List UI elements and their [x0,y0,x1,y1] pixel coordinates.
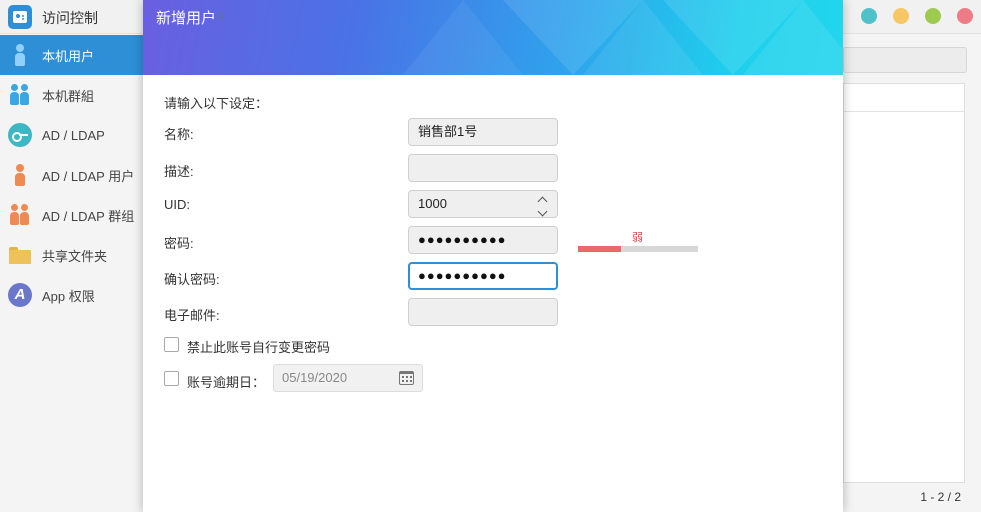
access-control-icon [8,5,32,29]
description-input[interactable] [408,154,558,182]
account-expiry-label: 账号逾期日： [187,375,266,390]
sidebar-item-local-groups[interactable]: 本机群組 [0,75,144,115]
window-controls [861,8,973,24]
confirm-password-input[interactable]: ●●●●●●●●●● [408,262,558,290]
main-content: 1 - 2 / 2 [843,35,981,512]
user-list-panel [843,83,965,483]
group-icon [8,203,32,227]
account-expiry-checkbox[interactable] [164,371,179,386]
pager: 1 - 2 / 2 [920,490,961,504]
search-input[interactable] [843,47,967,73]
close-dot[interactable] [957,8,973,24]
dialog-header: 新增用户 [143,0,843,75]
minimize-dot[interactable] [893,8,909,24]
sidebar-item-ad-ldap[interactable]: AD / LDAP [0,115,144,155]
uid-label: UID: [164,197,190,212]
name-label: 名称: [164,127,194,142]
sidebar-item-label: AD / LDAP 用户 [42,168,135,184]
email-input[interactable] [408,298,558,326]
sidebar-item-label: 共享文件夹 [42,248,108,264]
maximize-dot[interactable] [925,8,941,24]
sidebar-item-label: AD / LDAP 群组 [42,208,135,224]
sidebar-item-label: AD / LDAP [42,127,105,143]
password-strength-label: 弱 [632,232,643,244]
table-header [844,84,964,112]
key-icon [8,123,32,147]
password-input[interactable]: ●●●●●●●●●● [408,226,558,254]
description-label: 描述: [164,164,194,179]
sidebar-item-local-users[interactable]: 本机用户 [0,35,144,75]
user-icon [8,43,32,67]
sidebar-item-ad-ldap-groups[interactable]: AD / LDAP 群组 [0,195,144,235]
sidebar-item-shared-folders[interactable]: 共享文件夹 [0,235,144,275]
sidebar-item-label: 本机用户 [42,48,95,64]
app-permission-icon: A [8,283,32,307]
name-input[interactable]: 销售部1号 [408,118,558,146]
sidebar-item-label: App 权限 [42,288,95,304]
email-label: 电子邮件: [164,308,220,323]
chevron-down-icon[interactable] [537,206,548,217]
folder-icon [8,243,32,267]
password-label: 密码: [164,236,194,251]
calendar-icon[interactable] [399,371,414,385]
sidebar-item-ad-ldap-users[interactable]: AD / LDAP 用户 [0,155,144,195]
expiry-date-value: 05/19/2020 [282,370,348,385]
password-strength-bar [578,246,698,252]
expiry-date-input[interactable]: 05/19/2020 [273,364,423,392]
confirm-password-label: 确认密码: [164,272,220,287]
dialog-title: 新增用户 [156,10,217,27]
info-dot[interactable] [861,8,877,24]
user-icon [8,163,32,187]
uid-value: 1000 [418,196,447,211]
add-user-dialog: 新增用户 请输入以下设定： 名称: 销售部1号 描述: UID: 1000 密码… [143,0,843,512]
password-strength-fill [578,246,622,252]
disallow-password-change-checkbox[interactable] [164,337,179,352]
sidebar: 本机用户 本机群組 AD / LDAP AD / LDAP 用户 AD / LD… [0,35,145,512]
disallow-password-change-label: 禁止此账号自行变更密码 [187,340,331,355]
sidebar-item-app-permissions[interactable]: A App 权限 [0,275,144,315]
uid-stepper[interactable]: 1000 [408,190,558,218]
sidebar-item-label: 本机群組 [42,88,95,104]
chevron-up-icon[interactable] [537,196,548,207]
group-icon [8,83,32,107]
stepper-arrows[interactable] [537,193,549,217]
form-instruction: 请输入以下设定： [164,96,269,111]
app-title: 访问控制 [42,10,98,26]
